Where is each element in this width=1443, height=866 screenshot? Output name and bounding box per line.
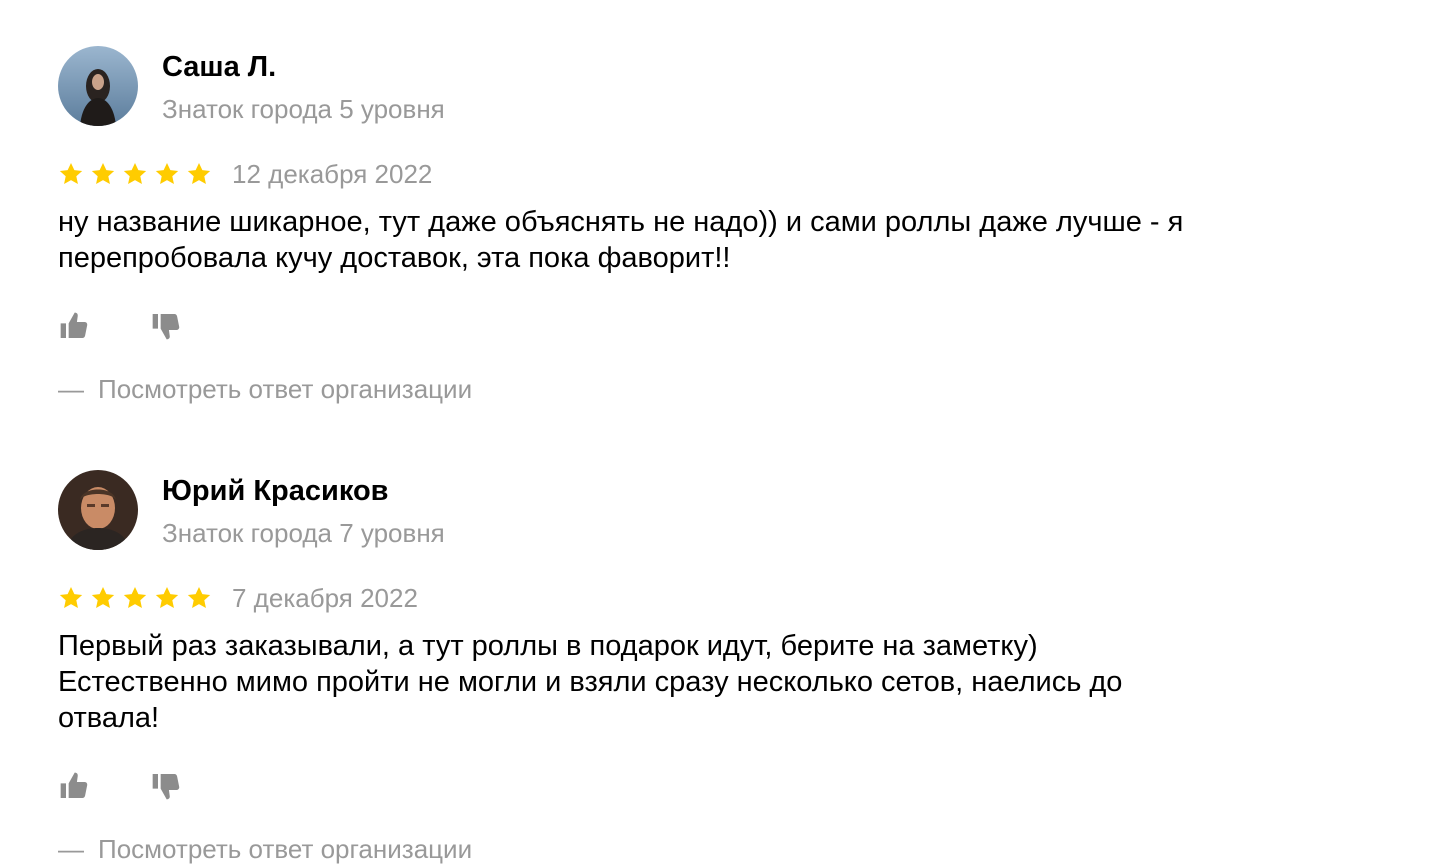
star-icon <box>187 586 211 608</box>
star-icon <box>187 162 211 184</box>
author-level: Знаток города 7 уровня <box>162 518 445 548</box>
star-icon <box>59 586 83 608</box>
rating-stars <box>58 585 218 611</box>
view-org-reply-link[interactable]: — Посмотреть ответ организации <box>58 372 1358 406</box>
star-icon <box>123 586 147 608</box>
review-date: 7 декабря 2022 <box>232 583 418 613</box>
star-icon <box>91 586 115 608</box>
review-card: Юрий Красиков Знаток города 7 уровня 7 д… <box>58 470 1358 866</box>
avatar[interactable] <box>58 470 138 550</box>
thumbs-up-icon[interactable] <box>58 310 90 342</box>
star-icon <box>91 162 115 184</box>
org-reply-dash: — <box>58 834 84 864</box>
star-icon <box>155 586 179 608</box>
avatar[interactable] <box>58 46 138 126</box>
author-level: Знаток города 5 уровня <box>162 94 445 124</box>
review-card: Саша Л. Знаток города 5 уровня 12 декабр… <box>58 46 1358 406</box>
rating-stars <box>58 161 218 187</box>
org-reply-label: Посмотреть ответ организации <box>98 834 473 864</box>
author-name[interactable]: Юрий Красиков <box>162 473 445 509</box>
thumbs-down-icon[interactable] <box>150 770 182 802</box>
star-icon <box>155 162 179 184</box>
thumbs-up-icon[interactable] <box>58 770 90 802</box>
author-name[interactable]: Саша Л. <box>162 49 445 85</box>
review-text: Первый раз заказывали, а тут роллы в под… <box>58 630 1123 734</box>
review-author: Саша Л. Знаток города 5 уровня <box>58 46 1358 128</box>
review-actions <box>58 766 1358 806</box>
view-org-reply-link[interactable]: — Посмотреть ответ организации <box>58 832 1358 866</box>
review-date: 12 декабря 2022 <box>232 159 433 189</box>
thumbs-down-icon[interactable] <box>150 310 182 342</box>
org-reply-label: Посмотреть ответ организации <box>98 374 473 404</box>
star-icon <box>123 162 147 184</box>
review-actions <box>58 306 1358 346</box>
star-icon <box>59 162 83 184</box>
org-reply-dash: — <box>58 374 84 404</box>
review-author: Юрий Красиков Знаток города 7 уровня <box>58 470 1358 552</box>
review-text: ну название шикарное, тут даже объяснять… <box>58 206 1184 274</box>
